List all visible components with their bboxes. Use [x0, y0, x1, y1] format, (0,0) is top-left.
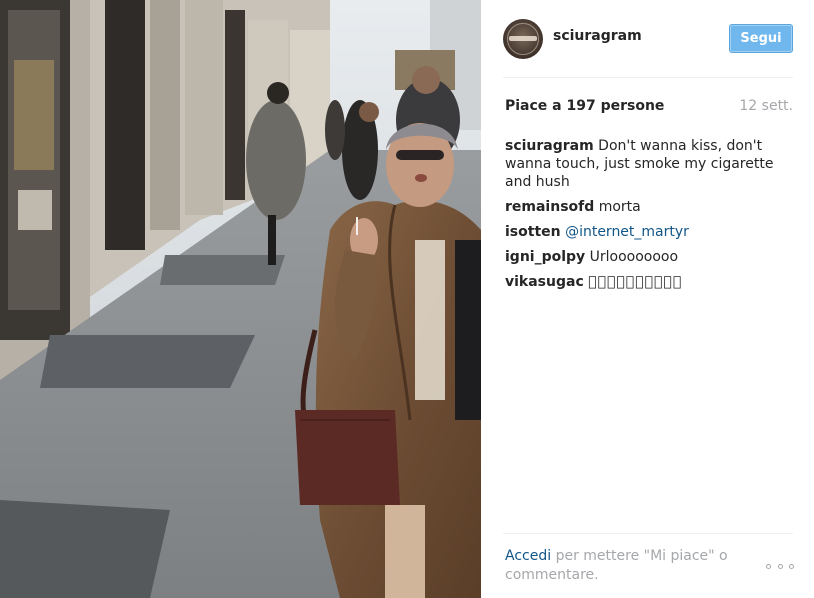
post-author-username[interactable]: sciuragram — [553, 28, 642, 44]
likes-count[interactable]: Piace a 197 persone — [505, 98, 664, 114]
more-dot — [789, 563, 794, 569]
login-prompt: Accedi per mettere "Mi piace" o commenta… — [505, 547, 745, 585]
comments-list: sciuragram Don't wanna kiss, don't wanna… — [505, 137, 789, 298]
post-photo[interactable] — [0, 0, 481, 598]
caption-comment: sciuragram Don't wanna kiss, don't wanna… — [505, 137, 789, 191]
post-stats: Piace a 197 persone 12 sett. — [505, 98, 793, 114]
login-link[interactable]: Accedi — [505, 548, 551, 564]
more-dot — [766, 563, 771, 569]
avatar-wordmark — [509, 36, 537, 41]
photo-illustration — [0, 0, 481, 598]
post-footer: Accedi per mettere "Mi piace" o commenta… — [505, 547, 795, 585]
post-timestamp[interactable]: 12 sett. — [739, 98, 793, 114]
more-options-icon[interactable] — [766, 558, 794, 574]
footer-divider — [503, 533, 793, 534]
comment-username[interactable]: remainsofd — [505, 199, 594, 215]
post-dialog: sciuragram Segui Piace a 197 persone 12 … — [0, 0, 814, 598]
more-dot — [777, 563, 783, 569]
comment-username[interactable]: isotten — [505, 224, 561, 240]
follow-button[interactable]: Segui — [729, 24, 793, 53]
comment-mention-link[interactable]: @internet_martyr — [565, 224, 689, 240]
comment-text: 􀀀􀀀􀀀􀀀􀀀􀀀􀀀􀀀􀀀􀀀 — [588, 274, 683, 290]
comment: isotten @internet_martyr — [505, 223, 789, 241]
post-header: sciuragram Segui — [503, 17, 793, 61]
comment-username[interactable]: igni_polpy — [505, 249, 585, 265]
header-divider — [503, 77, 793, 78]
comment-text: Urloooooooo — [589, 249, 679, 265]
avatar[interactable] — [503, 19, 543, 59]
comment-username[interactable]: sciuragram — [505, 138, 594, 154]
comment-text: morta — [598, 199, 641, 215]
comment: remainsofd morta — [505, 198, 789, 216]
comment: igni_polpy Urloooooooo — [505, 248, 789, 266]
comment-username[interactable]: vikasugac — [505, 274, 584, 290]
post-sidebar: sciuragram Segui Piace a 197 persone 12 … — [481, 0, 814, 598]
comment: vikasugac 􀀀􀀀􀀀􀀀􀀀􀀀􀀀􀀀􀀀􀀀 — [505, 273, 789, 291]
